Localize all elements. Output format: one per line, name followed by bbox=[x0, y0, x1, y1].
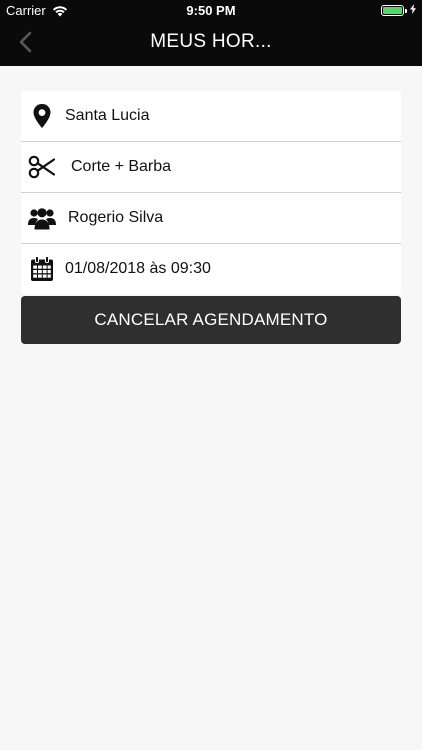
map-pin-icon bbox=[27, 102, 57, 130]
location-name: Santa Lucia bbox=[65, 107, 150, 124]
service-name: Corte + Barba bbox=[71, 158, 172, 175]
battery-fill bbox=[383, 7, 402, 14]
status-time: 9:50 PM bbox=[186, 3, 236, 18]
battery-indicator bbox=[381, 4, 416, 17]
top-bar: Carrier 9:50 PM MEUS HOR... bbox=[0, 0, 422, 66]
battery-cap bbox=[405, 8, 407, 13]
navigation-bar: MEUS HOR... bbox=[0, 22, 422, 66]
appointment-details-card: Santa Lucia Corte + Barba Rogerio Silva … bbox=[21, 91, 401, 294]
scissors-icon bbox=[27, 153, 57, 181]
battery-icon bbox=[381, 5, 404, 16]
datetime-row: 01/08/2018 às 09:30 bbox=[21, 244, 401, 294]
professional-name: Rogerio Silva bbox=[68, 209, 164, 226]
charging-bolt-icon bbox=[410, 4, 416, 17]
appointment-datetime: 01/08/2018 às 09:30 bbox=[65, 260, 211, 277]
location-row: Santa Lucia bbox=[21, 91, 401, 142]
chevron-left-icon bbox=[18, 31, 32, 58]
back-button[interactable] bbox=[10, 28, 40, 60]
users-icon bbox=[27, 204, 57, 232]
cancel-appointment-button[interactable]: CANCELAR AGENDAMENTO bbox=[21, 296, 401, 344]
professional-row: Rogerio Silva bbox=[21, 193, 401, 244]
status-bar: Carrier 9:50 PM bbox=[0, 0, 422, 22]
page-title: MEUS HOR... bbox=[150, 31, 272, 52]
service-row: Corte + Barba bbox=[21, 142, 401, 193]
calendar-icon bbox=[27, 255, 57, 283]
